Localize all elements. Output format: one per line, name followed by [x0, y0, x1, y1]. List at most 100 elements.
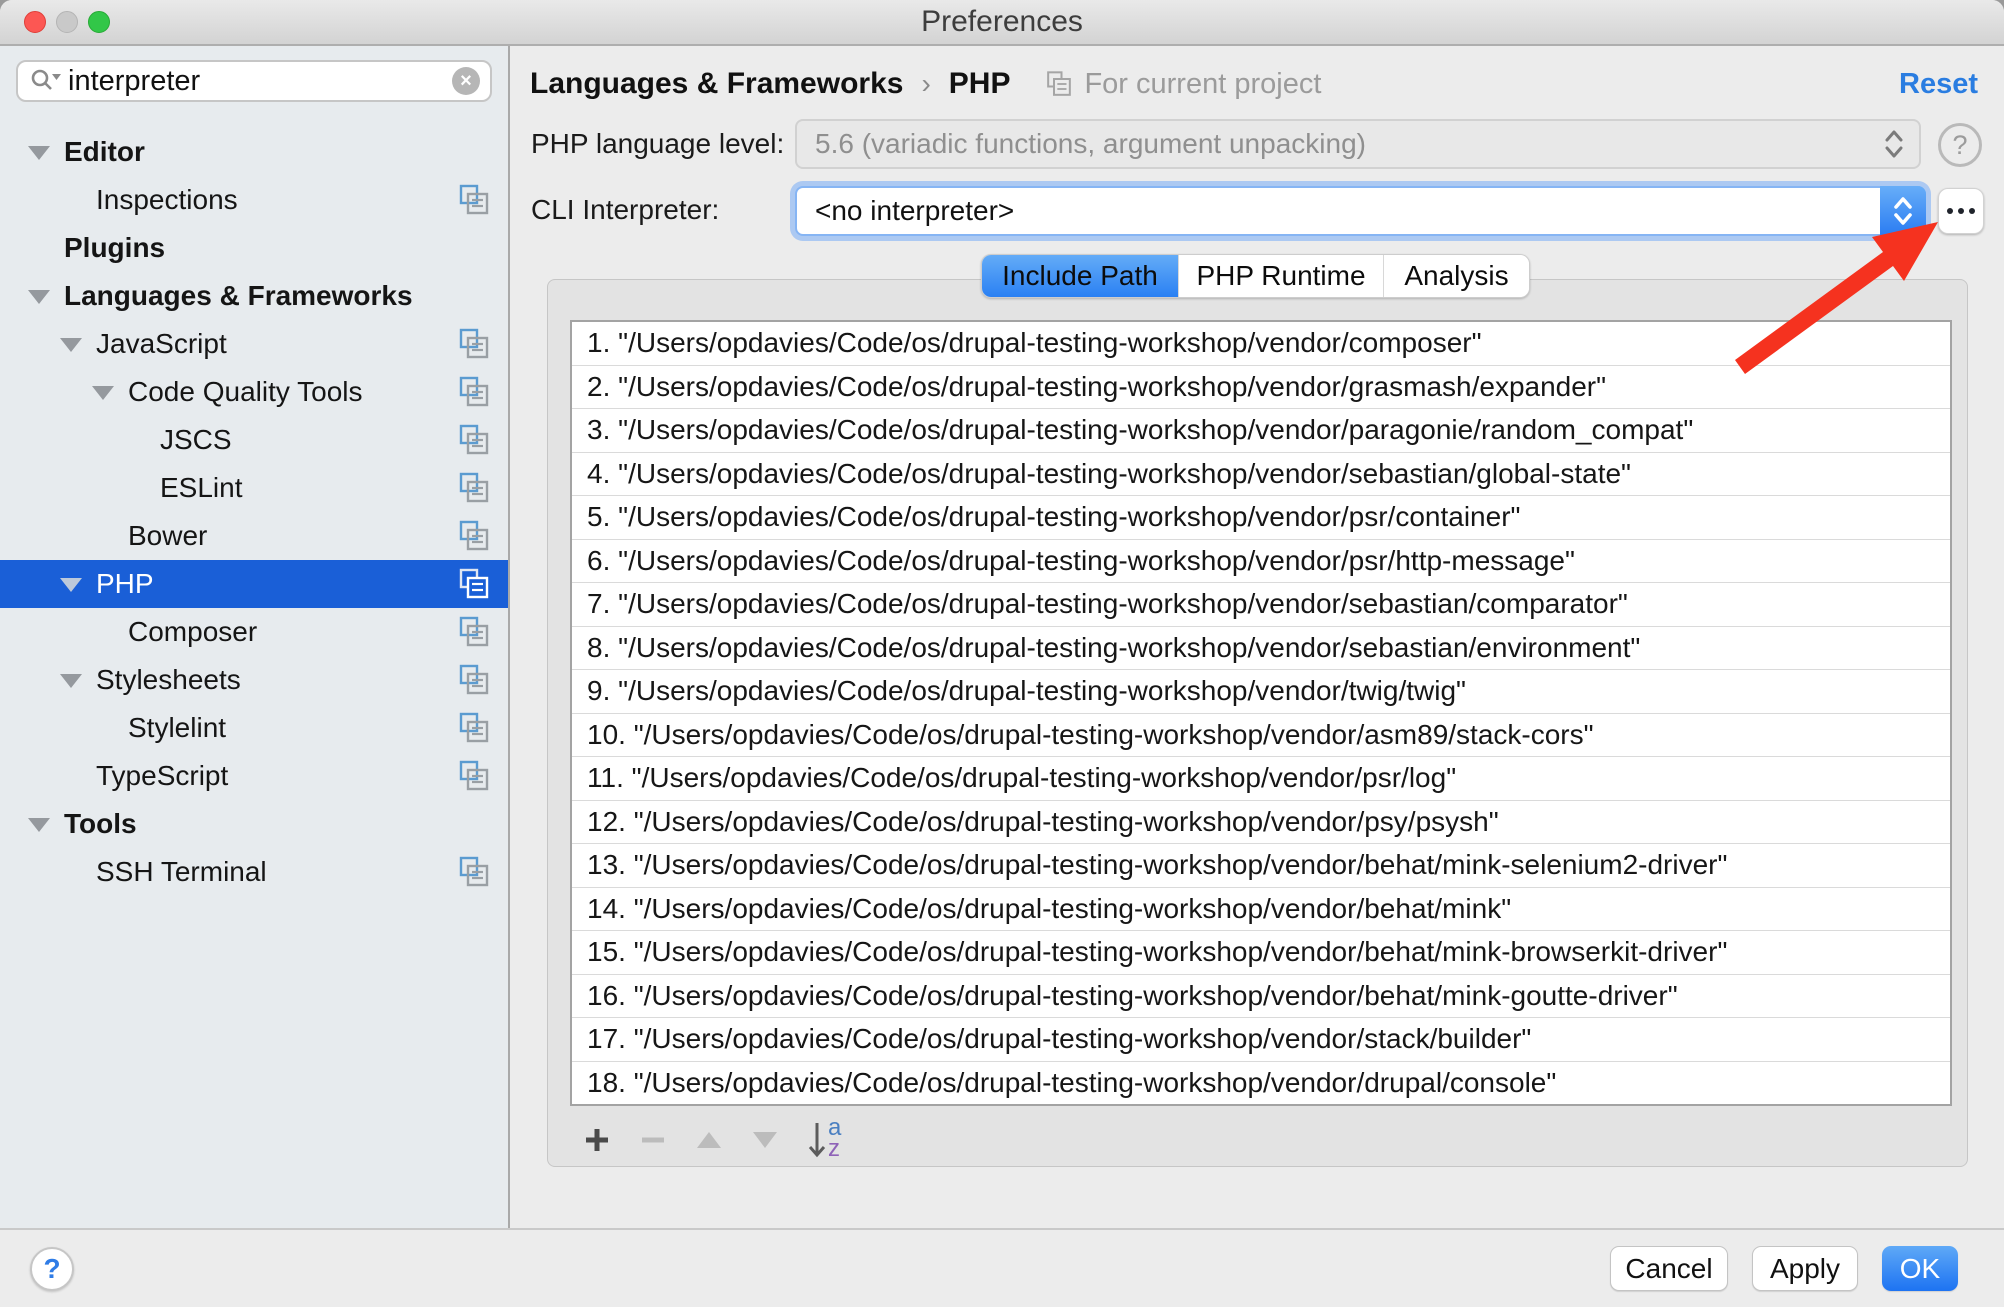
sidebar-item-ssh-terminal[interactable]: SSH Terminal	[0, 848, 508, 896]
language-level-select[interactable]: 5.6 (variadic functions, argument unpack…	[795, 119, 1921, 169]
sidebar-item-inspections[interactable]: Inspections	[0, 176, 508, 224]
ok-button[interactable]: OK	[1882, 1246, 1958, 1291]
list-item[interactable]: 8. "/Users/opdavies/Code/os/drupal-testi…	[572, 626, 1950, 670]
list-item[interactable]: 15. "/Users/opdavies/Code/os/drupal-test…	[572, 930, 1950, 974]
scope-label: For current project	[1084, 68, 1321, 101]
sidebar-item-javascript[interactable]: JavaScript	[0, 320, 508, 368]
ellipsis-icon	[1947, 208, 1953, 214]
reset-link[interactable]: Reset	[1899, 68, 1978, 101]
chevron-down-icon[interactable]	[92, 386, 114, 400]
stepper-icon[interactable]	[1880, 186, 1926, 236]
list-item[interactable]: 17. "/Users/opdavies/Code/os/drupal-test…	[572, 1017, 1950, 1061]
window-title: Preferences	[921, 5, 1083, 39]
stepper-icon	[1883, 125, 1905, 163]
chevron-down-icon[interactable]	[28, 146, 50, 160]
remove-path-button[interactable]	[640, 1118, 666, 1162]
help-button[interactable]: ?	[30, 1247, 74, 1291]
list-item[interactable]: 5. "/Users/opdavies/Code/os/drupal-testi…	[572, 495, 1950, 539]
sidebar-item-tools[interactable]: Tools	[0, 800, 508, 848]
sidebar-item-label: Bower	[128, 520, 207, 552]
copy-settings-icon	[456, 758, 492, 794]
chevron-down-icon[interactable]	[28, 818, 50, 832]
tab-analysis[interactable]: Analysis	[1383, 255, 1529, 297]
cli-interpreter-select[interactable]: <no interpreter>	[795, 186, 1926, 236]
list-item[interactable]: 11. "/Users/opdavies/Code/os/drupal-test…	[572, 756, 1950, 800]
chevron-down-icon[interactable]	[60, 338, 82, 352]
minus-icon	[640, 1127, 666, 1153]
list-item[interactable]: 12. "/Users/opdavies/Code/os/drupal-test…	[572, 800, 1950, 844]
breadcrumb: Languages & Frameworks › PHP For current…	[530, 62, 1321, 106]
list-item[interactable]: 7. "/Users/opdavies/Code/os/drupal-testi…	[572, 582, 1950, 626]
ellipsis-icon	[1958, 208, 1964, 214]
help-icon[interactable]: ?	[1938, 123, 1982, 167]
sidebar-item-label: Stylesheets	[96, 664, 241, 696]
add-path-button[interactable]	[584, 1118, 610, 1162]
php-settings-tabs: Include Path PHP Runtime Analysis	[981, 254, 1530, 298]
sort-alphabetically-button[interactable]: a z	[808, 1118, 854, 1162]
sidebar-item-typescript[interactable]: TypeScript	[0, 752, 508, 800]
sidebar-item-composer[interactable]: Composer	[0, 608, 508, 656]
minimize-window-button[interactable]	[56, 11, 78, 33]
sidebar-item-php[interactable]: PHP	[0, 560, 508, 608]
chevron-down-icon[interactable]	[28, 290, 50, 304]
sidebar-item-languages-frameworks[interactable]: Languages & Frameworks	[0, 272, 508, 320]
breadcrumb-php: PHP	[949, 67, 1011, 101]
sidebar-item-stylelint[interactable]: Stylelint	[0, 704, 508, 752]
list-item[interactable]: 18. "/Users/opdavies/Code/os/drupal-test…	[572, 1061, 1950, 1105]
sort-z-glyph: z	[828, 1135, 840, 1163]
preferences-window: Preferences × Editor Inspections	[0, 0, 2004, 1307]
sidebar-item-bower[interactable]: Bower	[0, 512, 508, 560]
list-item[interactable]: 13. "/Users/opdavies/Code/os/drupal-test…	[572, 843, 1950, 887]
window-controls	[24, 11, 110, 33]
copy-settings-icon	[1044, 69, 1074, 99]
settings-search-field[interactable]: ×	[16, 60, 492, 102]
apply-button[interactable]: Apply	[1752, 1246, 1858, 1291]
list-item[interactable]: 4. "/Users/opdavies/Code/os/drupal-testi…	[572, 452, 1950, 496]
list-item[interactable]: 16. "/Users/opdavies/Code/os/drupal-test…	[572, 974, 1950, 1018]
close-window-button[interactable]	[24, 11, 46, 33]
up-arrow-icon	[697, 1132, 721, 1148]
move-down-button[interactable]	[752, 1118, 778, 1162]
sidebar-item-editor[interactable]: Editor	[0, 128, 508, 176]
browse-interpreters-button[interactable]	[1938, 188, 1984, 234]
list-item[interactable]: 2. "/Users/opdavies/Code/os/drupal-testi…	[572, 365, 1950, 409]
sidebar-item-code-quality-tools[interactable]: Code Quality Tools	[0, 368, 508, 416]
copy-settings-icon	[456, 854, 492, 890]
copy-settings-icon	[456, 614, 492, 650]
settings-sidebar: × Editor Inspections Plugins Languages &…	[0, 46, 510, 1228]
copy-settings-icon	[456, 374, 492, 410]
copy-settings-icon	[456, 470, 492, 506]
list-item[interactable]: 6. "/Users/opdavies/Code/os/drupal-testi…	[572, 539, 1950, 583]
settings-main-panel: Languages & Frameworks › PHP For current…	[510, 46, 2004, 1228]
zoom-window-button[interactable]	[88, 11, 110, 33]
list-item[interactable]: 1. "/Users/opdavies/Code/os/drupal-testi…	[572, 322, 1950, 365]
sidebar-item-label: Code Quality Tools	[128, 376, 363, 408]
sidebar-item-label: Inspections	[96, 184, 238, 216]
list-item[interactable]: 9. "/Users/opdavies/Code/os/drupal-testi…	[572, 669, 1950, 713]
sidebar-item-eslint[interactable]: ESLint	[0, 464, 508, 512]
tab-php-runtime[interactable]: PHP Runtime	[1178, 255, 1383, 297]
chevron-down-icon[interactable]	[60, 674, 82, 688]
settings-tree: Editor Inspections Plugins Languages & F…	[0, 128, 508, 896]
sidebar-item-label: JSCS	[160, 424, 232, 456]
search-input[interactable]	[62, 65, 452, 98]
chevron-down-icon[interactable]	[60, 578, 82, 592]
sidebar-item-plugins[interactable]: Plugins	[0, 224, 508, 272]
list-item[interactable]: 3. "/Users/opdavies/Code/os/drupal-testi…	[572, 408, 1950, 452]
breadcrumb-languages-frameworks[interactable]: Languages & Frameworks	[530, 67, 903, 101]
down-arrow-icon	[753, 1132, 777, 1148]
clear-search-icon[interactable]: ×	[452, 67, 480, 95]
sidebar-item-label: TypeScript	[96, 760, 228, 792]
list-item[interactable]: 10. "/Users/opdavies/Code/os/drupal-test…	[572, 713, 1950, 757]
list-item[interactable]: 14. "/Users/opdavies/Code/os/drupal-test…	[572, 887, 1950, 931]
copy-settings-icon	[456, 326, 492, 362]
list-toolbar: a z	[584, 1118, 854, 1162]
language-level-label: PHP language level:	[531, 122, 784, 166]
sidebar-item-jscs[interactable]: JSCS	[0, 416, 508, 464]
sidebar-item-stylesheets[interactable]: Stylesheets	[0, 656, 508, 704]
plus-icon	[584, 1127, 610, 1153]
cancel-button[interactable]: Cancel	[1610, 1246, 1728, 1291]
move-up-button[interactable]	[696, 1118, 722, 1162]
tab-include-path[interactable]: Include Path	[982, 255, 1178, 297]
copy-settings-icon	[456, 566, 492, 602]
